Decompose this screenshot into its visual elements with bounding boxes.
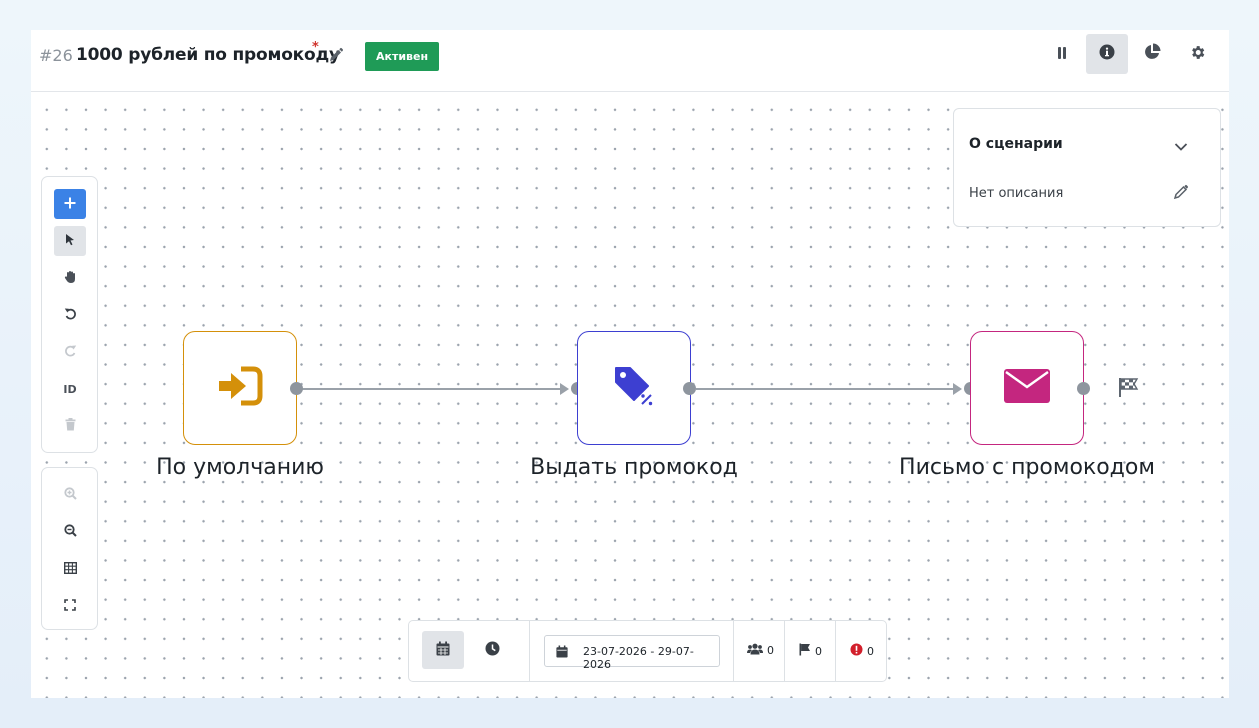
fullscreen-button[interactable]: [54, 591, 86, 621]
header-bar: #26 1000 рублей по промокоду * Активен: [31, 30, 1229, 92]
stats-bar: 23-07-2026 - 29-07-2026 0 0 0: [408, 620, 887, 682]
output-port[interactable]: [290, 382, 303, 395]
pointer-icon: [64, 233, 76, 249]
info-panel-title: О сценарии: [969, 136, 1063, 152]
show-id-button[interactable]: ID: [54, 374, 86, 404]
delete-button[interactable]: [54, 411, 86, 441]
edit-toolbar: ID: [41, 176, 98, 453]
grid-toggle-button[interactable]: [54, 554, 86, 584]
zoom-out-icon: [63, 524, 77, 540]
node-label: По умолчанию: [156, 455, 324, 480]
connector-line: [696, 388, 953, 390]
connector-line: [302, 388, 560, 390]
workflow-node-promo[interactable]: [577, 331, 691, 445]
app-window: #26 1000 рублей по промокоду * Активен I…: [31, 30, 1229, 698]
separator: [733, 621, 734, 681]
output-port[interactable]: [1077, 382, 1090, 395]
flag-icon: [799, 643, 811, 659]
info-button[interactable]: [1086, 34, 1128, 74]
redo-icon: [64, 344, 77, 360]
clock-icon: [485, 641, 500, 660]
pencil-icon[interactable]: [1173, 184, 1189, 204]
users-stat: 0: [747, 643, 774, 658]
node-label: Выдать промокод: [530, 455, 738, 480]
view-toolbar: [41, 467, 98, 630]
zoom-in-icon: [63, 487, 77, 503]
users-icon: [747, 643, 763, 658]
tag-percent-icon: [612, 364, 656, 412]
workflow-canvas[interactable]: ID О сценарии Нет описания По умолчанию …: [31, 92, 1229, 698]
scenario-title: 1000 рублей по промокоду: [76, 45, 340, 65]
tab-calendar[interactable]: [422, 631, 464, 669]
calendar-icon: [556, 645, 568, 661]
pie-chart-icon: [1143, 43, 1161, 65]
settings-button[interactable]: [1176, 34, 1218, 74]
grid-icon: [63, 561, 77, 577]
separator: [784, 621, 785, 681]
envelope-icon: [1004, 369, 1050, 407]
errors-count: 0: [867, 644, 874, 658]
chevron-down-icon[interactable]: [1174, 137, 1188, 156]
error-icon: [850, 643, 863, 659]
redo-button[interactable]: [54, 337, 86, 367]
users-count: 0: [767, 644, 774, 657]
gear-icon: [1189, 44, 1206, 65]
connector-arrow: [560, 383, 569, 395]
scenario-info-panel: О сценарии Нет описания: [953, 108, 1221, 227]
statistics-button[interactable]: [1131, 34, 1173, 74]
date-range-picker[interactable]: 23-07-2026 - 29-07-2026: [544, 635, 720, 671]
separator: [529, 621, 530, 681]
tab-time[interactable]: [471, 631, 513, 669]
scenario-description: Нет описания: [969, 186, 1064, 201]
add-node-button[interactable]: [54, 189, 86, 219]
status-badge: Активен: [365, 42, 440, 71]
connector-arrow: [953, 383, 962, 395]
pan-tool-button[interactable]: [54, 263, 86, 293]
pencil-icon[interactable]: [328, 47, 344, 63]
pause-button[interactable]: [1041, 34, 1083, 74]
calendar-icon: [436, 641, 450, 660]
plus-icon: [64, 197, 76, 212]
undo-icon: [64, 307, 77, 323]
goals-stat: 0: [799, 643, 822, 659]
select-tool-button[interactable]: [54, 226, 86, 256]
fullscreen-icon: [64, 598, 76, 614]
hand-icon: [64, 270, 77, 287]
node-label: Письмо с промокодом: [899, 455, 1155, 480]
undo-button[interactable]: [54, 300, 86, 330]
output-port[interactable]: [683, 382, 696, 395]
info-icon: [1099, 44, 1115, 64]
pause-icon: [1056, 45, 1068, 64]
trash-icon: [65, 418, 76, 434]
zoom-in-button[interactable]: [54, 480, 86, 510]
sign-in-icon: [217, 366, 263, 410]
date-range-value: 23-07-2026 - 29-07-2026: [583, 645, 694, 671]
required-mark: *: [312, 40, 319, 55]
separator: [835, 621, 836, 681]
workflow-node-start[interactable]: [183, 331, 297, 445]
scenario-number: #26: [39, 46, 73, 65]
errors-stat: 0: [850, 643, 874, 659]
checkered-flag-icon: [1118, 377, 1139, 402]
zoom-out-button[interactable]: [54, 517, 86, 547]
goals-count: 0: [815, 644, 822, 658]
workflow-node-email[interactable]: [970, 331, 1084, 445]
